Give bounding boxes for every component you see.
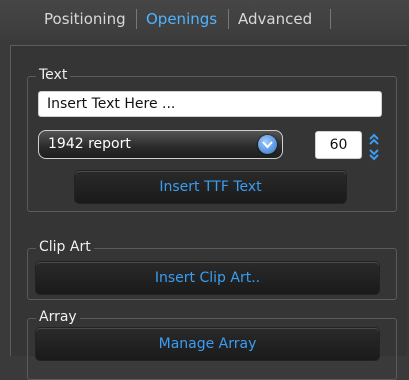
clipart-group-legend: Clip Art bbox=[36, 239, 94, 255]
array-group-legend: Array bbox=[36, 309, 80, 325]
font-select[interactable]: 1942 report bbox=[38, 130, 283, 159]
tab-separator bbox=[330, 9, 331, 29]
manage-array-button[interactable]: Manage Array bbox=[36, 328, 379, 360]
tab-separator bbox=[136, 9, 137, 29]
tab-bar: Positioning Openings Advanced bbox=[0, 0, 409, 40]
tab-openings[interactable]: Openings bbox=[146, 10, 217, 28]
size-input[interactable]: 60 bbox=[315, 131, 362, 159]
tab-advanced[interactable]: Advanced bbox=[238, 10, 312, 28]
size-spinner[interactable] bbox=[368, 131, 380, 161]
font-select-value: 1942 report bbox=[48, 136, 131, 152]
text-group-legend: Text bbox=[36, 67, 71, 83]
chevron-down-icon[interactable] bbox=[368, 146, 380, 161]
text-input[interactable]: Insert Text Here ... bbox=[38, 91, 382, 117]
tab-separator bbox=[228, 9, 229, 29]
chevron-down-icon[interactable] bbox=[258, 135, 277, 154]
chevron-up-icon[interactable] bbox=[368, 131, 380, 145]
insert-ttf-text-button[interactable]: Insert TTF Text bbox=[75, 171, 346, 203]
tab-positioning[interactable]: Positioning bbox=[44, 10, 126, 28]
insert-clip-art-button[interactable]: Insert Clip Art.. bbox=[36, 262, 379, 294]
